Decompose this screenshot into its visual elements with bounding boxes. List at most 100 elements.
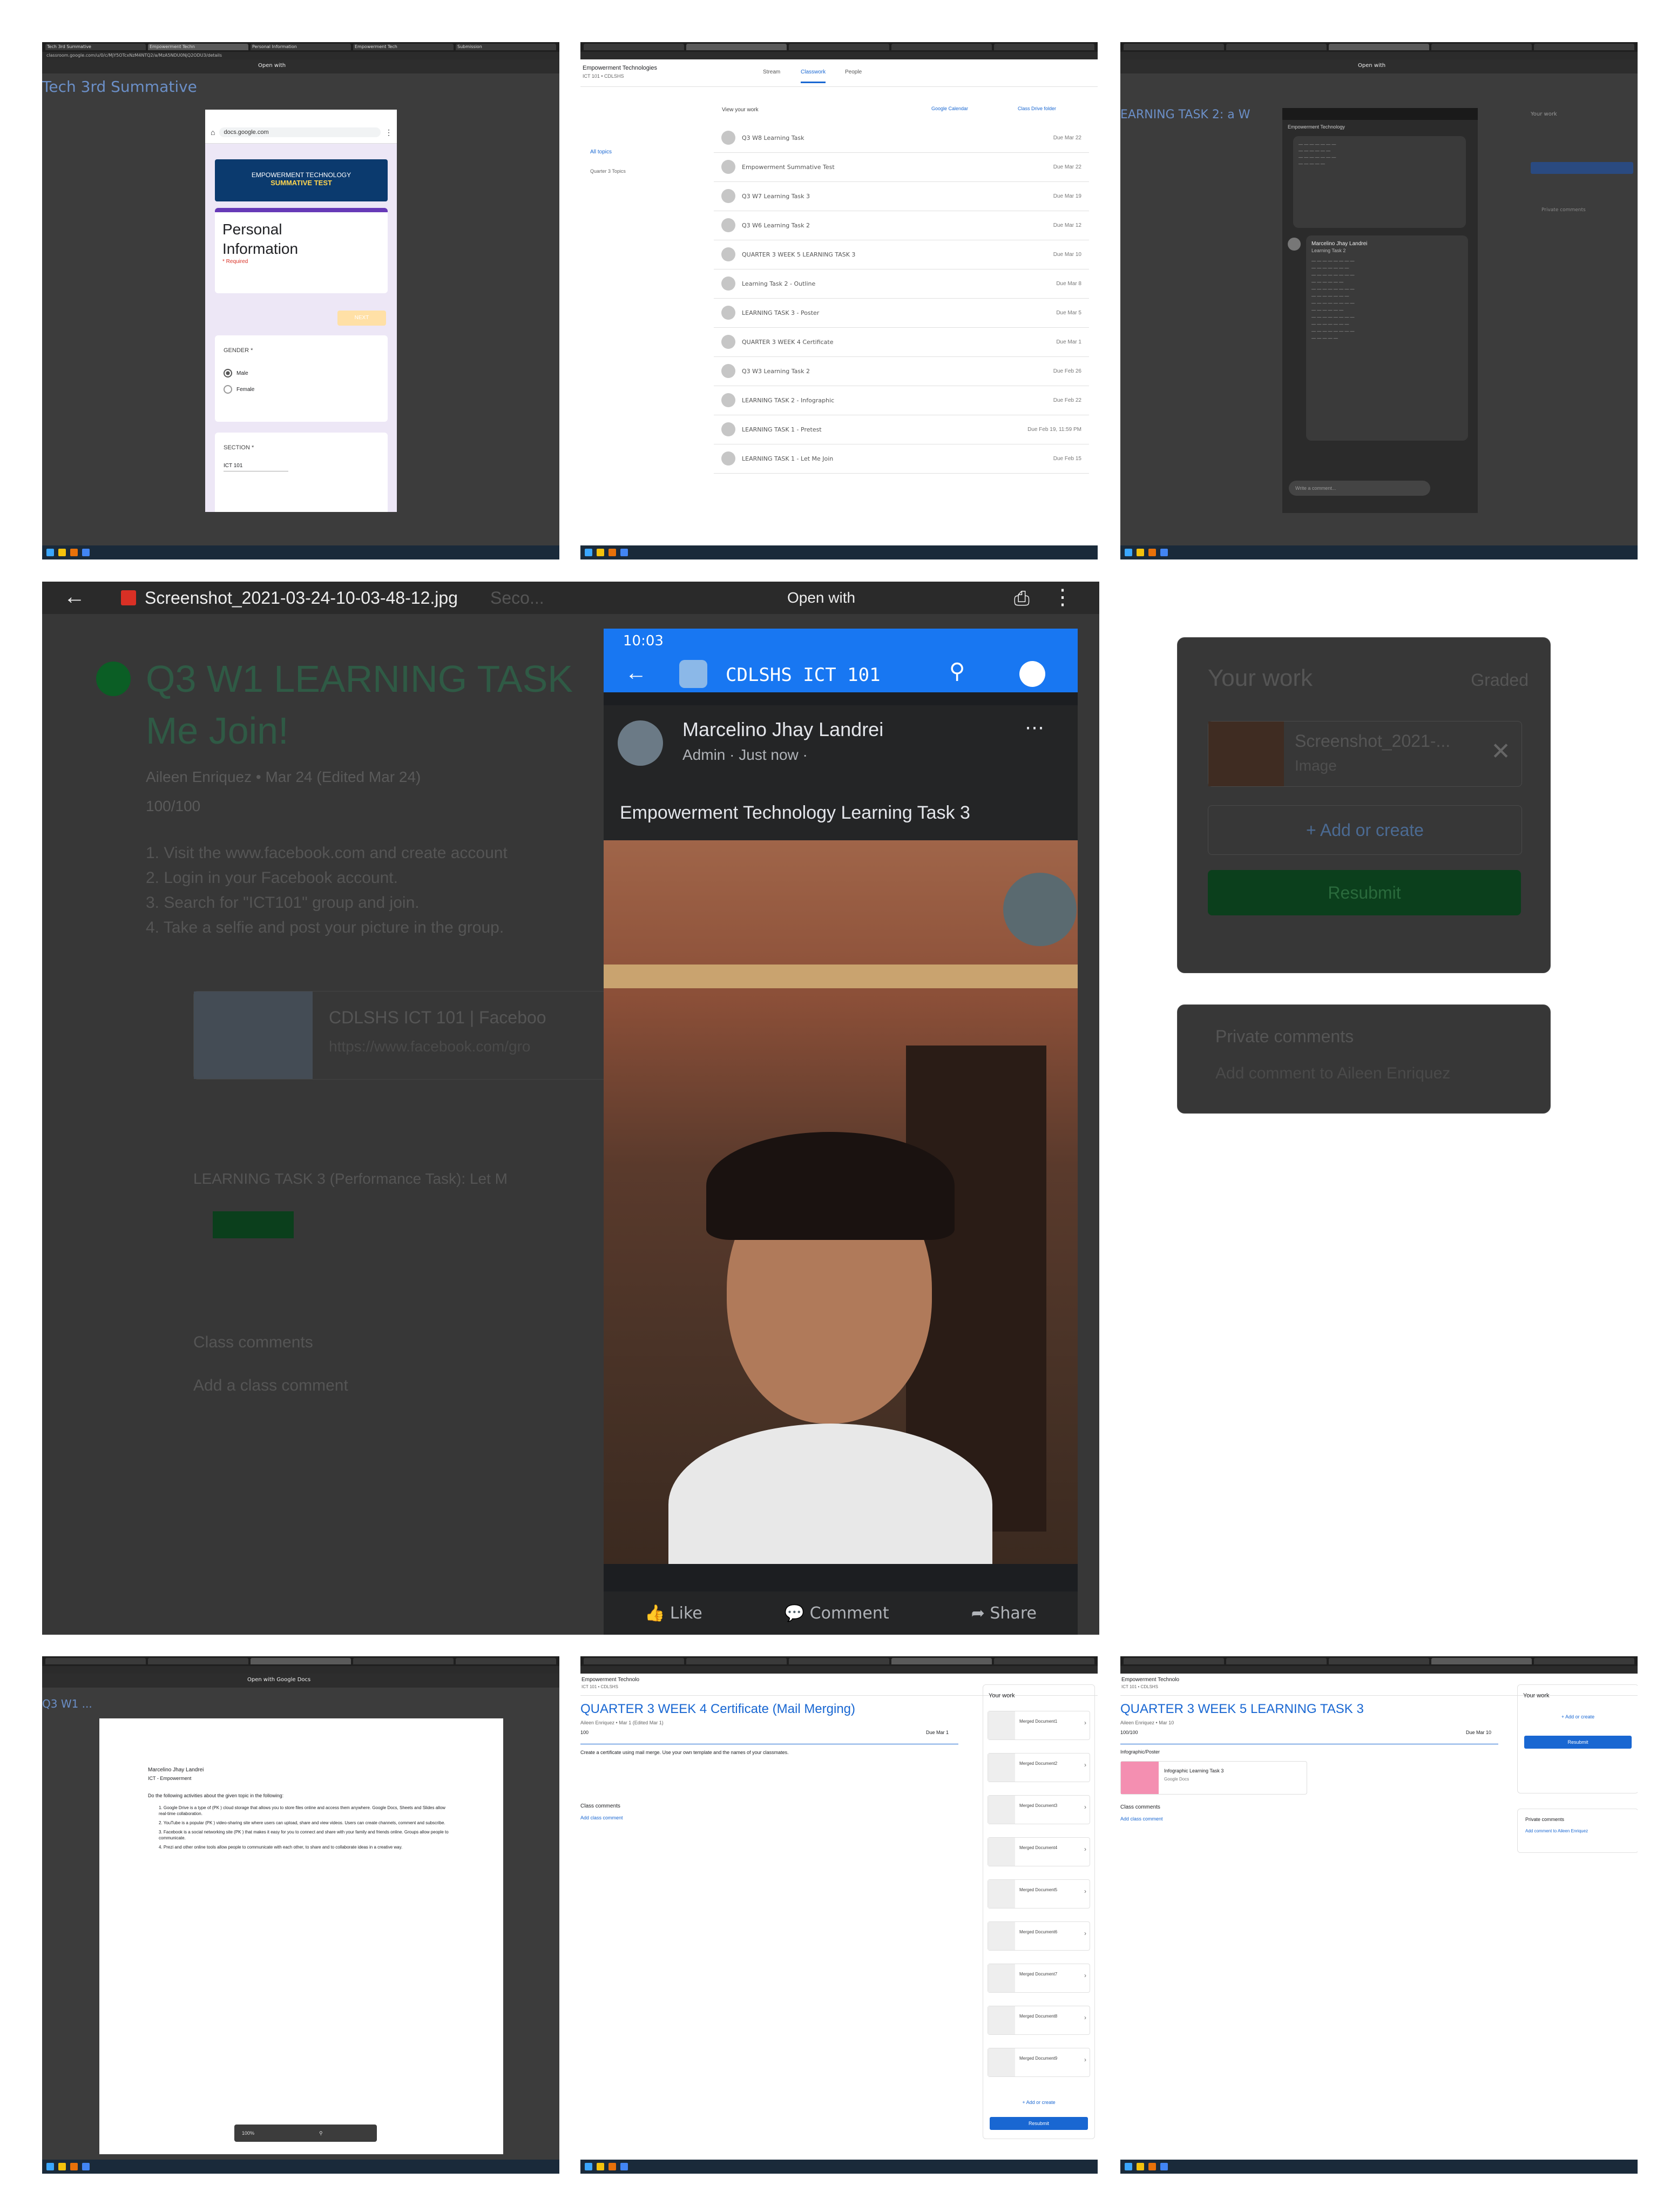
next-button[interactable]: NEXT <box>337 311 386 326</box>
merged-file-card[interactable]: Merged Document1 › <box>988 1711 1090 1740</box>
browser-tab[interactable] <box>45 1658 146 1664</box>
option-male[interactable]: Male <box>224 369 388 377</box>
back-arrow-icon[interactable]: ← <box>625 661 647 685</box>
classwork-item[interactable]: Q3 W3 Learning Task 2 Due Feb 26 <box>714 356 1089 386</box>
start-icon[interactable] <box>585 549 592 556</box>
add-or-create-button[interactable]: + Add or create <box>1208 805 1522 855</box>
topic-quarter3[interactable]: Quarter 3 Topics <box>590 168 626 174</box>
google-calendar-link[interactable]: Google Calendar <box>931 106 968 111</box>
bg-resubmit-button[interactable] <box>1531 162 1633 174</box>
open-with-button[interactable]: Open with <box>258 63 286 69</box>
chevron-right-icon[interactable]: › <box>1084 1887 1086 1895</box>
chrome-icon[interactable] <box>620 549 628 556</box>
classwork-item[interactable]: Empowerment Summative Test Due Mar 22 <box>714 152 1089 182</box>
tab-people[interactable]: People <box>845 69 862 75</box>
attachment-card[interactable]: Infographic Learning Task 3 Google Docs <box>1120 1761 1307 1795</box>
app-icon[interactable] <box>608 549 616 556</box>
folder-icon[interactable] <box>1137 549 1144 556</box>
address-bar[interactable] <box>42 1666 559 1674</box>
folder-icon[interactable] <box>58 2163 66 2170</box>
browser-tab[interactable] <box>686 44 787 50</box>
merged-file-card[interactable]: Merged Document2 › <box>988 1753 1090 1782</box>
classwork-item[interactable]: LEARNING TASK 1 - Let Me Join Due Feb 15 <box>714 444 1089 474</box>
start-icon[interactable] <box>1125 2163 1132 2170</box>
classwork-item[interactable]: QUARTER 3 WEEK 5 LEARNING TASK 3 Due Mar … <box>714 240 1089 269</box>
phone-url-text[interactable]: docs.google.com <box>219 127 381 137</box>
post-photo-selfie[interactable] <box>604 840 1078 1564</box>
section-select[interactable]: ICT 101 <box>224 461 288 471</box>
add-class-comment[interactable]: Add class comment <box>580 1815 623 1820</box>
more-horiz-icon[interactable]: ⋯ <box>1025 716 1044 739</box>
add-class-comment[interactable]: Add a class comment <box>193 1377 348 1395</box>
phone-url-bar[interactable]: ⌂ docs.google.com ⋮ <box>205 122 397 144</box>
browser-tab[interactable] <box>1329 44 1429 50</box>
topic-all[interactable]: All topics <box>590 149 612 155</box>
merged-file-card[interactable]: Merged Document9 › <box>988 2048 1090 2077</box>
zoom-control[interactable]: 100% ⚲ <box>234 2125 377 2142</box>
like-button[interactable]: 👍 Like <box>645 1604 702 1623</box>
address-bar[interactable] <box>580 1666 1098 1674</box>
browser-tab[interactable]: Tech 3rd Summative <box>45 44 146 50</box>
shield-icon[interactable] <box>1019 661 1045 687</box>
chevron-right-icon[interactable]: › <box>1084 2014 1086 2021</box>
home-icon[interactable]: ⌂ <box>211 128 215 137</box>
view-your-work-link[interactable]: View your work <box>722 107 759 113</box>
link-attachment[interactable]: CDLSHS ICT 101 | Faceboo https://www.fac… <box>193 991 616 1080</box>
zoom-in-icon[interactable]: ⚲ <box>319 2130 323 2136</box>
remove-file-icon[interactable]: ✕ <box>1491 738 1511 765</box>
browser-tab[interactable] <box>456 1658 556 1664</box>
add-or-create-button[interactable]: + Add or create <box>983 2100 1094 2105</box>
folder-icon[interactable] <box>597 2163 604 2170</box>
app-icon[interactable] <box>70 2163 78 2170</box>
merged-file-card[interactable]: Merged Document7 › <box>988 1964 1090 1993</box>
classwork-item[interactable]: LEARNING TASK 2 - Infographic Due Feb 22 <box>714 386 1089 415</box>
address-bar[interactable] <box>1120 1666 1638 1674</box>
browser-tab[interactable] <box>994 44 1094 50</box>
radio-unchecked-icon[interactable] <box>224 385 232 394</box>
resubmit-button[interactable]: Resubmit <box>1524 1736 1632 1749</box>
merged-file-card[interactable]: Merged Document5 › <box>988 1879 1090 1908</box>
chat-head-avatar[interactable] <box>1003 873 1077 946</box>
more-vert-icon[interactable]: ⋮ <box>385 128 393 137</box>
classwork-item[interactable]: QUARTER 3 WEEK 4 Certificate Due Mar 1 <box>714 327 1089 357</box>
browser-tab[interactable] <box>353 1658 454 1664</box>
browser-tab[interactable]: Empowerment Tech <box>353 44 454 50</box>
start-icon[interactable] <box>46 2163 54 2170</box>
more-vert-icon[interactable]: ⋮ <box>1052 585 1073 610</box>
address-bar[interactable] <box>580 52 1098 59</box>
browser-tab[interactable] <box>1431 1658 1532 1664</box>
chrome-icon[interactable] <box>620 2163 628 2170</box>
start-icon[interactable] <box>46 549 54 556</box>
tab-classwork[interactable]: Classwork <box>801 69 826 83</box>
chevron-right-icon[interactable]: › <box>1084 2056 1086 2063</box>
browser-tab[interactable] <box>789 1658 889 1664</box>
print-icon[interactable]: ⎙ <box>1014 587 1030 610</box>
tab-stream[interactable]: Stream <box>763 69 780 75</box>
classwork-item[interactable]: Q3 W8 Learning Task Due Mar 22 <box>714 123 1089 153</box>
comment-button[interactable]: 💬 Comment <box>785 1604 889 1623</box>
resubmit-button[interactable]: Resubmit <box>1208 870 1521 915</box>
merged-file-card[interactable]: Merged Document4 › <box>988 1837 1090 1866</box>
browser-tab[interactable] <box>994 1658 1094 1664</box>
class-drive-link[interactable]: Class Drive folder <box>1018 106 1056 111</box>
chrome-icon[interactable] <box>82 549 90 556</box>
address-bar[interactable]: classroom.google.com/u/0/c/MjY5OTcxNzM4N… <box>42 52 559 59</box>
open-with-button[interactable]: Open with <box>1358 63 1385 69</box>
chevron-right-icon[interactable]: › <box>1084 1845 1086 1853</box>
chevron-right-icon[interactable]: › <box>1084 1803 1086 1811</box>
classwork-item[interactable]: Q3 W7 Learning Task 3 Due Mar 19 <box>714 181 1089 211</box>
browser-tab[interactable] <box>1124 1658 1224 1664</box>
browser-tab[interactable]: Submission <box>456 44 556 50</box>
classwork-item[interactable]: Q3 W6 Learning Task 2 Due Mar 12 <box>714 211 1089 240</box>
merged-file-card[interactable]: Merged Document3 › <box>988 1795 1090 1824</box>
browser-tab[interactable] <box>1124 44 1224 50</box>
browser-tab[interactable] <box>686 1658 787 1664</box>
folder-icon[interactable] <box>1137 2163 1144 2170</box>
add-class-comment[interactable]: Add class comment <box>1120 1816 1163 1822</box>
browser-tab[interactable]: Empowerment Techn <box>148 44 248 50</box>
open-with-docs-button[interactable]: Open with Google Docs <box>247 1677 310 1683</box>
start-icon[interactable] <box>1125 549 1132 556</box>
option-female[interactable]: Female <box>224 385 388 394</box>
chevron-right-icon[interactable]: › <box>1084 1719 1086 1727</box>
merged-file-card[interactable]: Merged Document6 › <box>988 1921 1090 1951</box>
